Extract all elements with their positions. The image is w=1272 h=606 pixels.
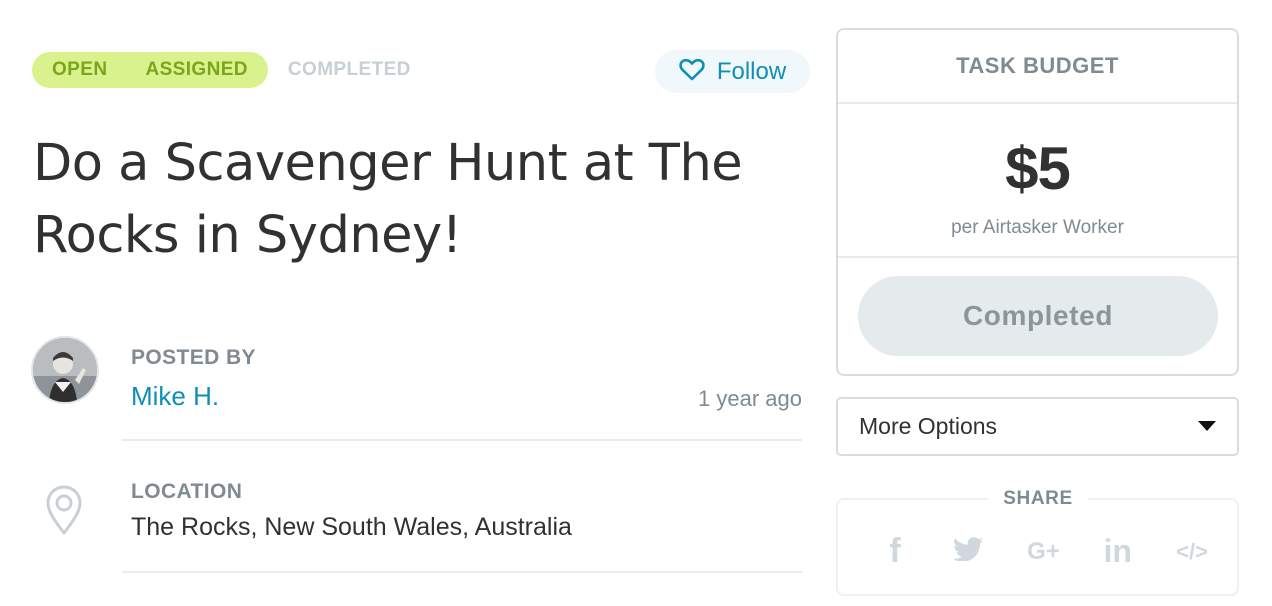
budget-subtitle: per Airtasker Worker [951,217,1124,238]
location-label: LOCATION [131,480,243,503]
posted-by-label: POSTED BY [131,346,256,369]
heart-outline-icon [679,58,705,86]
completed-button-label: Completed [962,300,1114,331]
task-status-tracker: OPEN ASSIGNED COMPLETED [32,52,411,88]
caret-down-icon [1197,417,1217,436]
follow-button[interactable]: Follow [655,50,810,93]
divider [122,439,802,441]
task-title: Do a Scavenger Hunt at The Rocks in Sydn… [33,134,743,265]
budget-header: TASK BUDGET [838,30,1237,104]
more-options-label: More Options [859,413,998,439]
avatar[interactable] [31,336,99,404]
poster-name-link[interactable]: Mike H. [131,381,219,412]
status-completed: COMPLETED [287,59,411,80]
follow-label: Follow [716,57,787,85]
google-plus-icon[interactable]: G+ [1017,538,1071,566]
share-panel: SHARE f G+ in </> [836,488,1239,596]
facebook-icon[interactable]: f [868,532,922,571]
budget-amount: $5 [1005,135,1071,202]
twitter-icon[interactable] [942,537,996,566]
status-active-pill: OPEN ASSIGNED [32,52,268,88]
location-value: The Rocks, New South Wales, Australia [131,513,572,541]
embed-code-icon[interactable]: </> [1165,539,1219,565]
budget-title: TASK BUDGET [956,53,1119,78]
linkedin-icon[interactable]: in [1091,533,1145,570]
task-budget-card: TASK BUDGET $5 per Airtasker Worker Comp… [836,28,1239,376]
posted-time: 1 year ago [698,386,802,411]
status-assigned: ASSIGNED [145,59,248,80]
completed-button[interactable]: Completed [858,276,1218,356]
budget-body: $5 per Airtasker Worker [838,104,1237,258]
more-options-dropdown[interactable]: More Options [836,397,1239,456]
divider [122,571,802,573]
share-title: SHARE [988,488,1088,510]
share-icon-row: f G+ in </> [868,532,1219,571]
map-pin-icon [45,484,83,540]
status-open: OPEN [52,59,108,80]
